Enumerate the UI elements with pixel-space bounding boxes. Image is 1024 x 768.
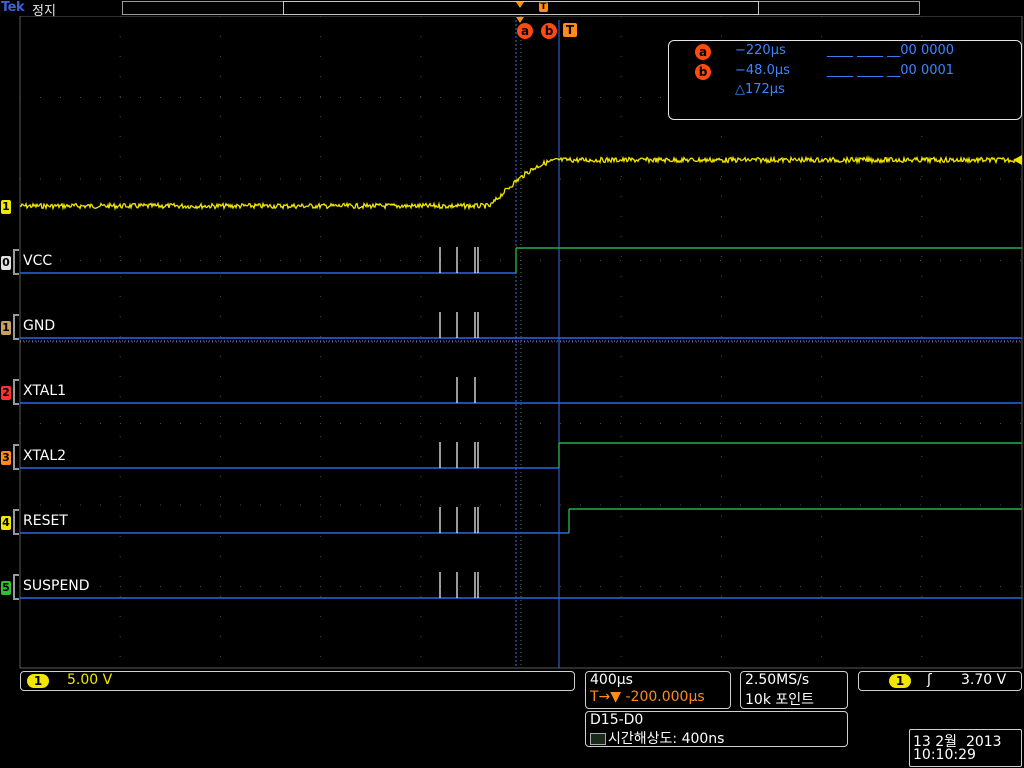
- trigger-level: 3.70 V: [961, 672, 1007, 688]
- channel-1-scale-box[interactable]: 1 5.00 V: [20, 671, 575, 691]
- digital-channel-5-name: SUSPEND: [23, 578, 90, 594]
- timebase-scale: 400µs: [590, 672, 633, 688]
- digital-channel-bracket: [13, 314, 19, 340]
- digital-channel-0-name: VCC: [23, 253, 53, 269]
- channel-1-scale: 5.00 V: [67, 672, 113, 688]
- trigger-marker[interactable]: T: [563, 23, 577, 37]
- digital-channel-4-marker[interactable]: 4: [1, 516, 11, 530]
- digital-channel-1-name: GND: [23, 318, 56, 334]
- channel-1-ground-marker[interactable]: 1: [1, 200, 11, 214]
- trigger-box[interactable]: 1 ʃ 3.70 V: [858, 671, 1022, 691]
- digital-channel-3-name: XTAL2: [23, 448, 67, 464]
- cursor-b-time: −48.0µs: [735, 63, 790, 78]
- time-readout: 10:10:29: [913, 747, 976, 763]
- trigger-position: T→▼ -200.000µs: [590, 689, 705, 705]
- bus-range: D15-D0: [590, 712, 644, 728]
- digital-channel-0-marker[interactable]: 0: [1, 256, 11, 270]
- digital-channel-4-name: RESET: [23, 513, 68, 529]
- digital-channel-5-marker[interactable]: 5: [1, 581, 11, 595]
- cursor-b-marker[interactable]: b: [541, 23, 557, 39]
- digital-channel-2-marker[interactable]: 2: [1, 386, 11, 400]
- record-length: 10k 포인트: [745, 692, 815, 708]
- acquisition-box[interactable]: 2.50MS/s 10k 포인트: [740, 671, 848, 709]
- channel-1-analog-trace: [19, 155, 1016, 211]
- trigger-position-marker[interactable]: T: [539, 2, 548, 12]
- digital-channel-bracket: [13, 574, 19, 600]
- sample-rate: 2.50MS/s: [745, 672, 810, 688]
- digital-channel-1-marker[interactable]: 1: [1, 321, 11, 335]
- digital-channel-2-name: XTAL1: [23, 383, 67, 399]
- cursor-b-bits: ____ ____ __00 0001: [827, 63, 955, 78]
- cursor-a-time: −220µs: [735, 43, 786, 58]
- digital-channel-bracket: [13, 379, 19, 405]
- expansion-point-icon: [516, 2, 524, 8]
- tek-logo: Tek: [1, 0, 25, 15]
- digital-channel-icon: [590, 733, 606, 745]
- channel-1-level-arrow: [1013, 155, 1022, 165]
- digital-channel-bracket: [13, 509, 19, 535]
- digital-channel-3-marker[interactable]: 3: [1, 451, 11, 465]
- timing-resolution: 시간해상도: 400ns: [608, 731, 725, 747]
- cursor-a-bits: ____ ____ __00 0000: [827, 43, 955, 58]
- run-state-label[interactable]: 정지: [32, 0, 56, 19]
- cursor-a-icon: a: [695, 44, 711, 60]
- digital-channel-bracket: [13, 249, 19, 275]
- oscilloscope-screen: Tek 정지 T a b T a −220µs ____ ____ __00 0…: [0, 0, 1024, 768]
- cursor-a-marker[interactable]: a: [517, 23, 533, 39]
- trigger-slope-icon: ʃ: [927, 672, 932, 688]
- cursor-readout-box: a −220µs ____ ____ __00 0000 b −48.0µs _…: [668, 40, 1022, 120]
- bus-timing-box[interactable]: D15-D0 시간해상도: 400ns: [585, 711, 848, 747]
- digital-channel-bracket: [13, 444, 19, 470]
- cursor-delta: △172µs: [735, 82, 785, 97]
- timebase-box[interactable]: 400µs T→▼ -200.000µs: [585, 671, 731, 709]
- datetime-box: 13 2월 2013 10:10:29: [909, 729, 1022, 767]
- channel-1-badge: 1: [27, 674, 49, 688]
- cursor-b-icon: b: [695, 64, 711, 80]
- trigger-channel-badge: 1: [889, 674, 911, 688]
